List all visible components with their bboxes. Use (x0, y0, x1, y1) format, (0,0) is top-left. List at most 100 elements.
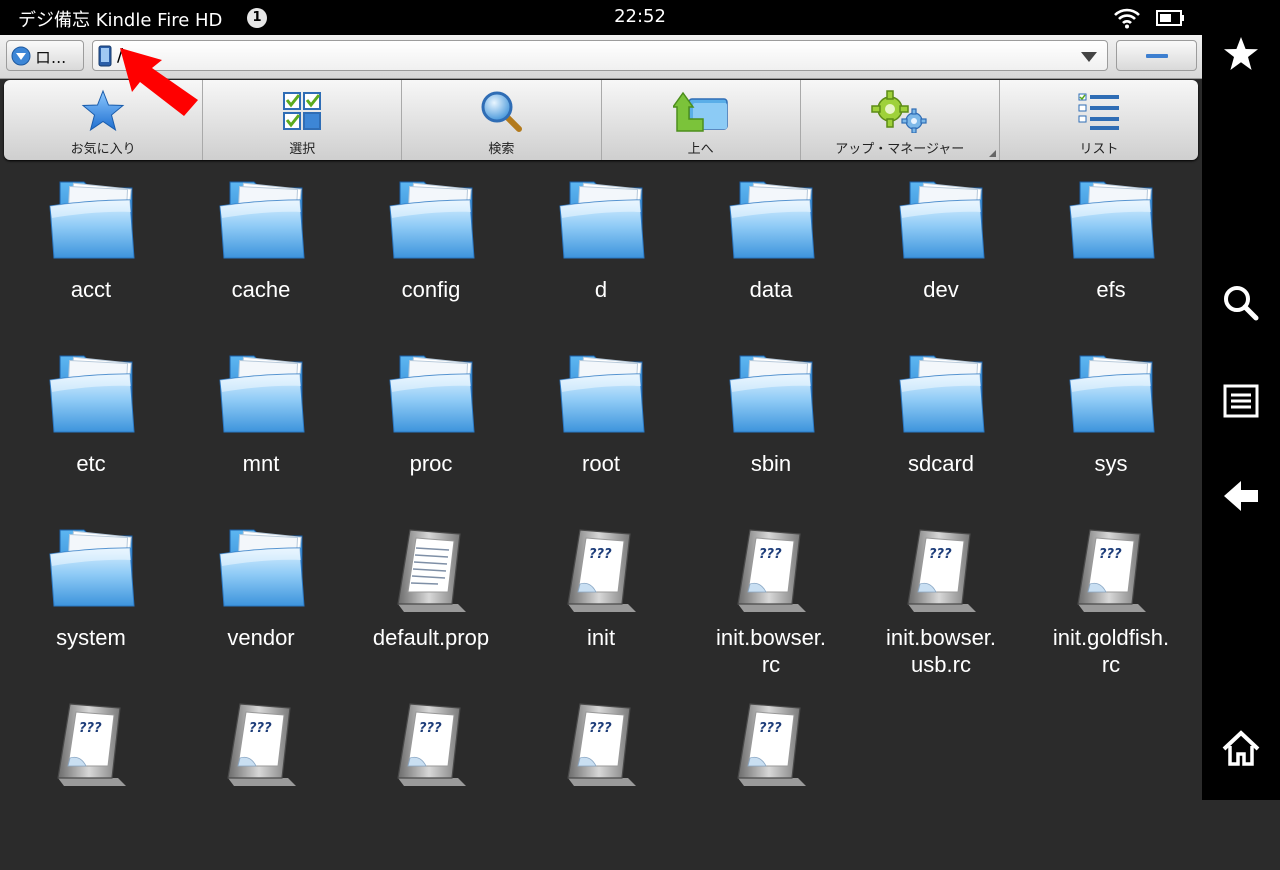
folder-icon (219, 181, 305, 259)
file-name: system (56, 625, 126, 650)
folder-icon (899, 181, 985, 259)
file-item[interactable]: ??? (6, 700, 176, 870)
file-name: cache (231, 277, 291, 302)
file-icon-wrapper (1066, 178, 1156, 268)
file-icon-wrapper: ??? (726, 700, 816, 790)
list-label: リスト (1079, 142, 1119, 157)
unknown-glyph: ??? (1099, 547, 1122, 562)
folder-item[interactable]: proc (346, 352, 516, 522)
file-icon-wrapper: ??? (556, 526, 646, 616)
file-item[interactable]: ??? init.bowser. rc (686, 526, 856, 696)
back-button[interactable] (1202, 466, 1280, 526)
folder-item[interactable]: dev (856, 178, 1026, 348)
folder-item[interactable]: config (346, 178, 516, 348)
file-name: efs (1096, 277, 1126, 302)
folder-item[interactable]: data (686, 178, 856, 348)
file-name: init.bowser. usb.rc (885, 625, 997, 677)
file-icon-wrapper (726, 178, 816, 268)
unknown-glyph: ??? (249, 721, 272, 736)
file-icon-wrapper (556, 352, 646, 442)
file-item[interactable]: ??? (346, 700, 516, 870)
unknown-glyph: ??? (759, 547, 782, 562)
folder-item[interactable]: root (516, 352, 686, 522)
file-item[interactable]: ??? (516, 700, 686, 870)
file-name: etc (76, 451, 106, 476)
folder-item[interactable]: system (6, 526, 176, 696)
file-icon-wrapper: ??? (46, 700, 136, 790)
file-name: init.bowser. rc (715, 625, 827, 677)
unknown-glyph: ??? (759, 721, 782, 736)
folder-item[interactable]: sys (1026, 352, 1196, 522)
file-item[interactable]: ??? init.goldfish. rc (1026, 526, 1196, 696)
unknown-file-icon: ??? (567, 529, 636, 612)
folder-item[interactable]: acct (6, 178, 176, 348)
file-icon-wrapper: ??? (896, 526, 986, 616)
folder-item[interactable]: mnt (176, 352, 346, 522)
file-name: acct (70, 277, 112, 302)
folder-item[interactable]: sdcard (856, 352, 1026, 522)
search-toolbar-button[interactable]: 検索 (402, 80, 602, 160)
home-button[interactable] (1202, 718, 1280, 778)
folder-item[interactable]: efs (1026, 178, 1196, 348)
file-item[interactable]: ??? (686, 700, 856, 870)
file-name: root (582, 451, 620, 476)
up-button[interactable]: 上へ (602, 80, 801, 160)
file-icon-wrapper (386, 352, 476, 442)
up-folder-icon (672, 91, 728, 132)
file-name: init (586, 625, 616, 650)
unknown-file-icon: ??? (227, 703, 296, 786)
app-manager-button[interactable]: アップ・マネージャー (801, 80, 1000, 160)
search-button[interactable] (1202, 273, 1280, 333)
favorites-star-button[interactable] (1202, 24, 1280, 84)
folder-icon (1069, 181, 1155, 259)
unknown-file-icon: ??? (57, 703, 126, 786)
menu-icon (1223, 384, 1259, 418)
folder-icon (559, 355, 645, 433)
gears-icon (871, 90, 927, 133)
dropdown-arrow-icon[interactable] (1081, 52, 1097, 62)
file-name: init.goldfish. rc (1052, 625, 1170, 677)
folder-icon (49, 529, 135, 607)
unknown-glyph: ??? (79, 721, 102, 736)
folder-item[interactable]: vendor (176, 526, 346, 696)
file-icon-wrapper (896, 178, 986, 268)
file-icon-wrapper (386, 178, 476, 268)
folder-item[interactable]: etc (6, 352, 176, 522)
folder-item[interactable]: sbin (686, 352, 856, 522)
file-name: vendor (227, 625, 295, 650)
file-item[interactable]: default.prop (346, 526, 516, 696)
submenu-indicator-icon (988, 150, 996, 157)
list-view-button[interactable]: リスト (1000, 80, 1198, 160)
file-icon-wrapper: ??? (386, 700, 476, 790)
file-icon-wrapper: ??? (1066, 526, 1156, 616)
file-icon-wrapper (216, 178, 306, 268)
file-item[interactable]: ??? init.bowser. usb.rc (856, 526, 1026, 696)
folder-icon (1069, 355, 1155, 433)
file-item[interactable]: ??? (176, 700, 346, 870)
minus-icon (1145, 53, 1168, 58)
file-icon-wrapper (46, 178, 136, 268)
select-button[interactable]: 選択 (203, 80, 403, 160)
select-label: 選択 (289, 142, 316, 157)
back-arrow-icon (1224, 481, 1258, 511)
magnifier-icon (481, 91, 523, 132)
text-file-icon (397, 529, 466, 612)
file-name: mnt (242, 451, 280, 476)
file-name: sys (1094, 451, 1128, 476)
collapse-button[interactable] (1116, 40, 1197, 71)
folder-item[interactable]: cache (176, 178, 346, 348)
folder-icon (49, 355, 135, 433)
location-button-label: ロ... (35, 47, 67, 67)
menu-button[interactable] (1202, 372, 1280, 432)
folder-icon (899, 355, 985, 433)
up-label: 上へ (687, 142, 714, 157)
folder-icon (49, 181, 135, 259)
app-manager-label: アップ・マネージャー (835, 142, 965, 157)
path-field[interactable]: / (92, 40, 1108, 71)
file-icon-wrapper: ??? (556, 700, 646, 790)
file-icon-wrapper (1066, 352, 1156, 442)
file-item[interactable]: ??? init (516, 526, 686, 696)
home-icon (1222, 730, 1260, 766)
folder-item[interactable]: d (516, 178, 686, 348)
location-button[interactable]: ロ... (6, 40, 84, 71)
